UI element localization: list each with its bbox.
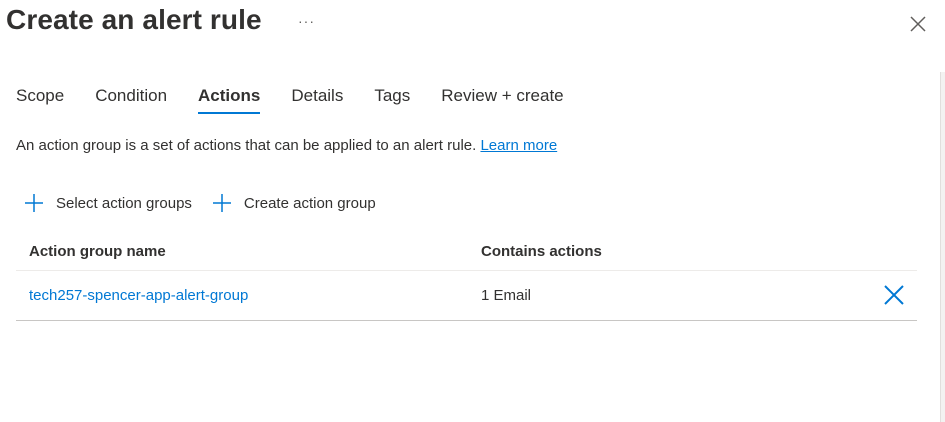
select-action-groups-label: Select action groups <box>56 194 192 212</box>
action-group-link[interactable]: tech257-spencer-app-alert-group <box>29 287 248 304</box>
actions-description: An action group is a set of actions that… <box>16 137 557 154</box>
page-title: Create an alert rule <box>6 4 262 35</box>
close-icon[interactable] <box>908 14 928 34</box>
learn-more-link[interactable]: Learn more <box>480 137 557 154</box>
tab-bar: Scope Condition Actions Details Tags Rev… <box>16 86 595 114</box>
tab-tags[interactable]: Tags <box>374 86 410 112</box>
add-icon <box>25 194 43 212</box>
tab-scope[interactable]: Scope <box>16 86 64 112</box>
contains-actions-value: 1 Email <box>481 287 532 304</box>
scrollbar[interactable] <box>940 72 945 422</box>
add-icon <box>212 194 231 212</box>
tab-condition[interactable]: Condition <box>95 86 167 112</box>
tab-review-create[interactable]: Review + create <box>441 86 563 112</box>
tab-details[interactable]: Details <box>291 86 343 112</box>
create-action-group-label: Create action group <box>243 194 376 212</box>
tab-actions[interactable]: Actions <box>198 86 261 114</box>
column-header-name: Action group name <box>29 242 166 260</box>
more-options-icon[interactable]: ··· <box>298 13 315 29</box>
table-header: Action group name Contains actions <box>16 232 917 271</box>
column-header-contains: Contains actions <box>481 242 602 260</box>
table-row: tech257-spencer-app-alert-group 1 Email <box>16 271 917 321</box>
action-groups-table: Action group name Contains actions tech2… <box>16 232 917 321</box>
create-action-group-button[interactable]: Create action group <box>212 193 376 213</box>
actions-toolbar: Select action groups Create action group <box>24 193 396 213</box>
description-text: An action group is a set of actions that… <box>16 137 477 154</box>
delete-icon[interactable] <box>883 284 905 306</box>
select-action-groups-button[interactable]: Select action groups <box>24 193 192 213</box>
